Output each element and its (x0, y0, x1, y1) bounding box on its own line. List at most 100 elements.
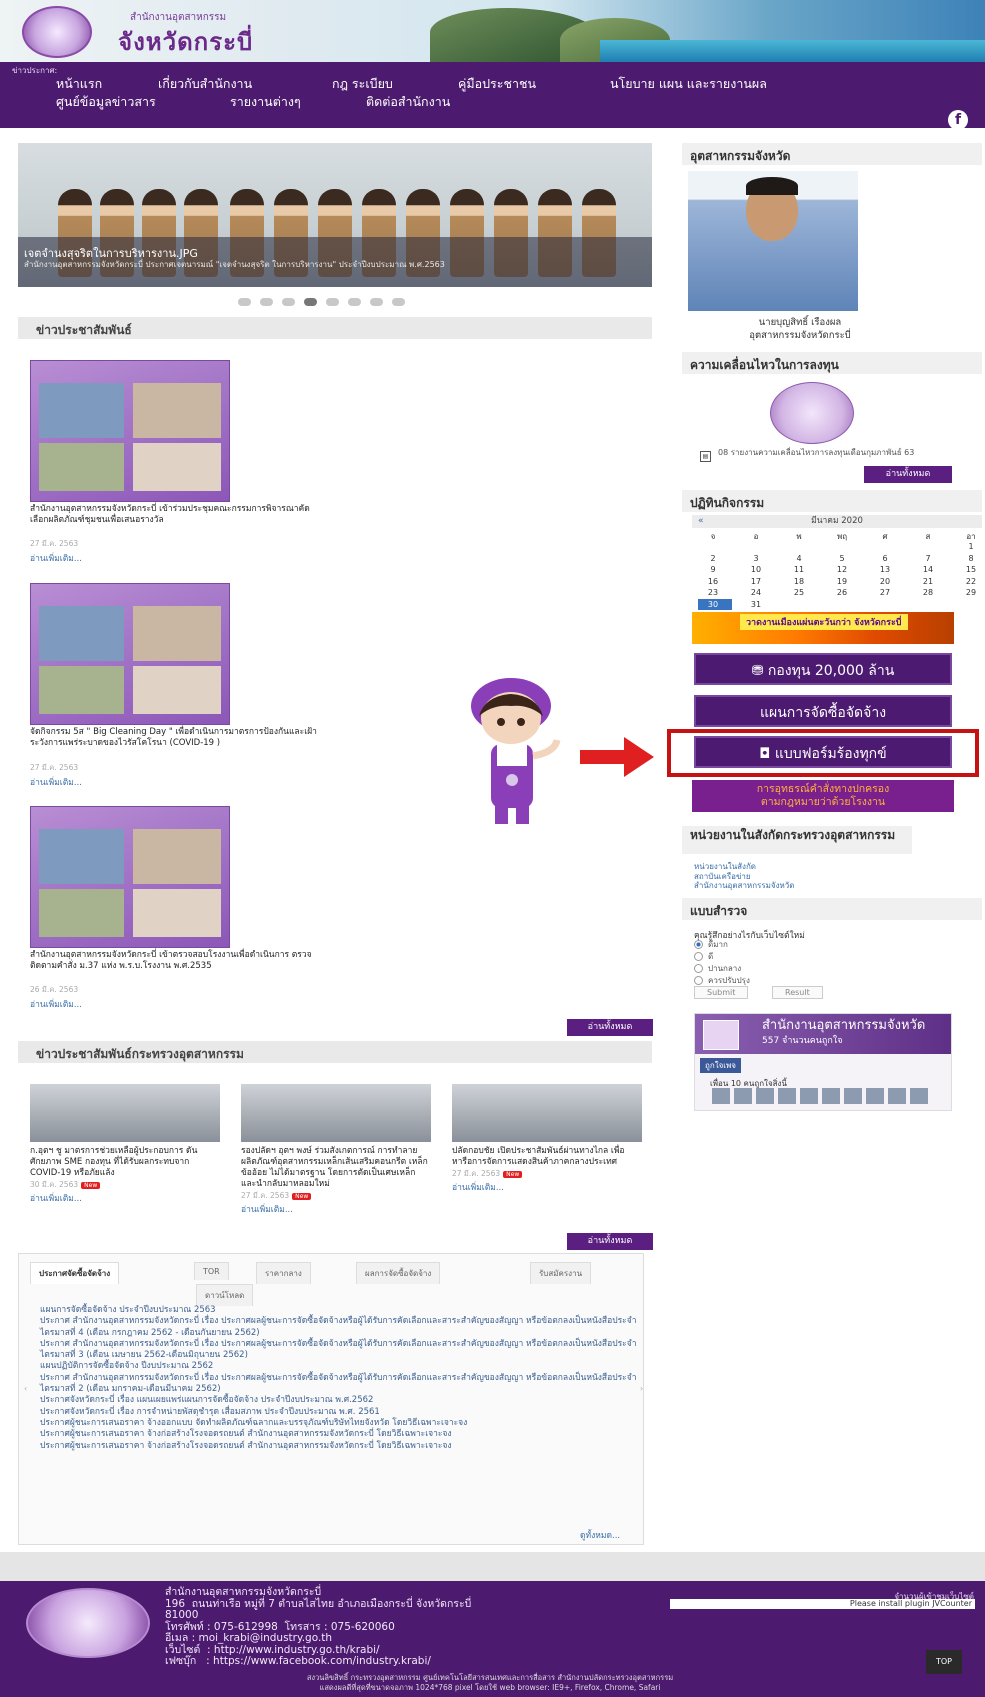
read-more-link[interactable]: อ่านเพิ่มเติม... (30, 997, 82, 1011)
procurement-item[interactable]: ประกาศ สำนักงานอุตสาหกรรมจังหวัดกระบี่ เ… (40, 1339, 640, 1362)
calendar-cell[interactable]: 28 (913, 588, 943, 597)
calendar-cell[interactable]: 14 (913, 565, 943, 574)
poll-result-button[interactable]: Result (772, 986, 823, 999)
procurement-item[interactable]: แผนปฏิบัติการจัดซื้อจัดจ้าง ปีงบประมาณ 2… (40, 1361, 640, 1372)
slider-dot[interactable] (304, 298, 317, 306)
calendar-cell[interactable]: 8 (956, 554, 985, 563)
tab-procurement-announcement[interactable]: ประกาศจัดซื้อจัดจ้าง (30, 1262, 120, 1284)
slider-dot[interactable] (348, 298, 361, 306)
calendar-cell[interactable]: 24 (741, 588, 771, 597)
calendar-cell[interactable]: 1 (956, 542, 985, 551)
news-title[interactable]: ปลัดกอบชัย เปิดประชาสัมพันธ์ผ่านทางไกล เ… (452, 1146, 642, 1168)
read-all-button[interactable]: อ่านทั้งหมด (567, 1233, 653, 1250)
friend-avatar[interactable] (734, 1088, 752, 1104)
tab-procurement-results[interactable]: ผลการจัดซื้อจัดจ้าง (356, 1262, 441, 1284)
slider-dot[interactable] (370, 298, 383, 306)
tabs-next-icon[interactable]: › (640, 1384, 643, 1393)
calendar-cell[interactable]: 4 (784, 554, 814, 563)
investment-read-all-button[interactable]: อ่านทั้งหมด (864, 466, 952, 483)
ministry-news-card[interactable]: ก.อุตฯ ชู มาตรการช่วยเหลือผู้ประกอบการ ด… (30, 1084, 220, 1205)
friend-avatar[interactable] (800, 1088, 818, 1104)
calendar-cell[interactable]: 20 (870, 577, 900, 586)
tab-tor[interactable]: TOR (194, 1262, 229, 1280)
news-title[interactable]: สำนักงานอุตสาหกรรมจังหวัดกระบี่ เข้าร่วม… (30, 504, 325, 526)
tab-download[interactable]: ดาวน์โหลด (196, 1284, 254, 1306)
factory-appeal-button[interactable]: การอุทธรณ์คำสั่งทางปกครอง ตามกฎหมายว่าด้… (692, 780, 954, 812)
friend-avatar[interactable] (910, 1088, 928, 1104)
friend-avatar[interactable] (712, 1088, 730, 1104)
calendar-cell[interactable]: 16 (698, 577, 728, 586)
nav-contact[interactable]: ติดต่อสำนักงาน (366, 92, 450, 112)
facebook-icon[interactable]: f (948, 110, 968, 130)
read-all-button[interactable]: อ่านทั้งหมด (567, 1019, 653, 1036)
calendar-cell[interactable]: 12 (827, 565, 857, 574)
poll-submit-button[interactable]: Submit (694, 986, 749, 999)
calendar-cell[interactable]: 29 (956, 588, 985, 597)
dept-link-network[interactable]: สถาบันเครือข่าย (694, 872, 794, 882)
friend-avatar[interactable] (778, 1088, 796, 1104)
calendar-cell[interactable]: 2 (698, 554, 728, 563)
tabs-prev-icon[interactable]: ‹ (24, 1384, 27, 1393)
calendar-cell[interactable]: 19 (827, 577, 857, 586)
calendar-cell[interactable]: 9 (698, 565, 728, 574)
calendar-cell[interactable]: 7 (913, 554, 943, 563)
nav-home[interactable]: หน้าแรก (56, 74, 102, 94)
slider-dot[interactable] (260, 298, 273, 306)
calendar-cell[interactable]: 15 (956, 565, 985, 574)
read-more-link[interactable]: อ่านเพิ่มเติม... (30, 1191, 220, 1205)
calendar-cell[interactable]: 30 (698, 600, 728, 609)
radio-icon[interactable] (694, 964, 703, 973)
calendar-cell[interactable]: 23 (698, 588, 728, 597)
friend-avatar[interactable] (822, 1088, 840, 1104)
read-more-link[interactable]: อ่านเพิ่มเติม... (30, 551, 82, 565)
procurement-item[interactable]: ประกาศผู้ชนะการเสนอราคา จ้างออกแบบ จัดทำ… (40, 1418, 640, 1429)
news-title[interactable]: ก.อุตฯ ชู มาตรการช่วยเหลือผู้ประกอบการ ด… (30, 1146, 220, 1179)
radio-icon[interactable] (694, 952, 703, 961)
procurement-item[interactable]: ประกาศ สำนักงานอุตสาหกรรมจังหวัดกระบี่ เ… (40, 1316, 640, 1339)
calendar-cell[interactable]: 31 (741, 600, 771, 609)
calendar-cell[interactable]: 3 (741, 554, 771, 563)
procurement-item[interactable]: ประกาศผู้ชนะการเสนอราคา จ้างก่อสร้างโรงจ… (40, 1429, 640, 1440)
radio-icon[interactable] (694, 976, 703, 985)
calendar-cell[interactable]: 13 (870, 565, 900, 574)
calendar-cell[interactable]: 6 (870, 554, 900, 563)
calendar-cell[interactable]: 18 (784, 577, 814, 586)
slider-dot[interactable] (238, 298, 251, 306)
facebook-like-button[interactable]: ถูกใจเพจ (700, 1058, 741, 1073)
ministry-news-card[interactable]: รองปลัดฯ อุตฯ พงษ์ ร่วมสังเกตการณ์ การทำ… (241, 1084, 431, 1216)
ministry-news-card[interactable]: ปลัดกอบชัย เปิดประชาสัมพันธ์ผ่านทางไกล เ… (452, 1084, 642, 1194)
radio-icon[interactable] (694, 940, 703, 949)
nav-reports[interactable]: รายงานต่างๆ (230, 92, 301, 112)
nav-about[interactable]: เกี่ยวกับสำนักงาน (158, 74, 252, 94)
calendar-cell[interactable]: 17 (741, 577, 771, 586)
read-more-link[interactable]: อ่านเพิ่มเติม... (241, 1202, 431, 1216)
facebook-page-name[interactable]: สำนักงานอุตสาหกรรมจังหวัด (762, 1014, 925, 1035)
calendar-cell[interactable]: 22 (956, 577, 985, 586)
news-image[interactable] (241, 1084, 431, 1142)
investment-report-link[interactable]: 08 รายงานความเคลื่อนไหวการลงทุนเดือนกุมภ… (700, 448, 958, 458)
procurement-plan-button[interactable]: แผนการจัดซื้อจัดจ้าง (694, 695, 952, 727)
procurement-item[interactable]: ประกาศผู้ชนะการเสนอราคา จ้างก่อสร้างโรงจ… (40, 1441, 640, 1452)
calendar-cell[interactable]: 21 (913, 577, 943, 586)
slider-dot[interactable] (282, 298, 295, 306)
slider-dot[interactable] (392, 298, 405, 306)
calendar-prev-icon[interactable]: « (698, 516, 704, 526)
view-all-link[interactable]: ดูทั้งหมด... (580, 1528, 620, 1542)
procurement-item[interactable]: แผนการจัดซื้อจัดจ้าง ประจำปีงบประมาณ 256… (40, 1305, 640, 1316)
news-title[interactable]: สำนักงานอุตสาหกรรมจังหวัดกระบี่ เข้าตรวจ… (30, 950, 325, 972)
read-more-link[interactable]: อ่านเพิ่มเติม... (30, 775, 82, 789)
news-thumbnail[interactable] (30, 583, 230, 725)
ministry-seal-logo[interactable] (22, 6, 92, 58)
procurement-item[interactable]: ประกาศจังหวัดกระบี่ เรื่อง การจำหน่ายพัส… (40, 1407, 640, 1418)
nav-policy[interactable]: นโยบาย แผน และรายงานผล (610, 74, 767, 94)
news-image[interactable] (452, 1084, 642, 1142)
dept-link-provincial[interactable]: สำนักงานอุตสาหกรรมจังหวัด (694, 881, 794, 891)
nav-citizen-manual[interactable]: คู่มือประชาชน (458, 74, 536, 94)
news-image[interactable] (30, 1084, 220, 1142)
calendar-cell[interactable]: 27 (870, 588, 900, 597)
calendar-cell[interactable]: 10 (741, 565, 771, 574)
tab-jobs[interactable]: รับสมัครงาน (530, 1262, 592, 1284)
tab-median-price[interactable]: ราคากลาง (256, 1262, 311, 1284)
calendar-cell[interactable]: 11 (784, 565, 814, 574)
calendar-cell[interactable]: 5 (827, 554, 857, 563)
